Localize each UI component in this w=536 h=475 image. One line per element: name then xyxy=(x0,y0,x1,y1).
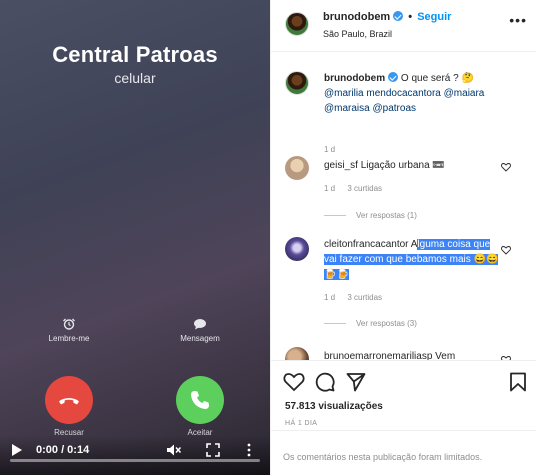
play-icon[interactable] xyxy=(11,443,23,457)
caption-meta: 1 d xyxy=(324,145,345,154)
comment-text: cleitonfrancacantor Alguma coisa que vai… xyxy=(324,237,502,282)
avatar[interactable] xyxy=(285,347,309,360)
comment-icon[interactable] xyxy=(315,372,335,392)
caption-username[interactable]: brunodobem xyxy=(324,73,385,84)
alarm-icon xyxy=(63,318,75,330)
comments-limited-notice: Os comentários nesta publicação foram li… xyxy=(271,430,536,475)
comment-username[interactable]: brunoemarronemariliasp xyxy=(324,351,432,360)
avatar[interactable] xyxy=(285,71,309,95)
post-panel: brunodobem • Seguir São Paulo, Brazil ••… xyxy=(270,0,536,475)
comments-list[interactable]: brunodobem O que será ? 🤔 @marilia mendo… xyxy=(271,53,536,360)
comment-time: 1 d xyxy=(324,293,336,302)
bookmark-icon[interactable] xyxy=(509,372,527,392)
muted-speaker-icon[interactable] xyxy=(166,443,182,457)
video-timecode: 0:00 / 0:14 xyxy=(36,444,90,456)
verified-badge-icon xyxy=(388,72,399,82)
like-comment-icon[interactable] xyxy=(501,162,511,172)
post-location[interactable]: São Paulo, Brazil xyxy=(323,29,392,39)
separator-dot: • xyxy=(408,11,413,23)
like-comment-icon[interactable] xyxy=(501,245,511,255)
caption-time: 1 d xyxy=(324,145,336,154)
comment-meta: 1 d 3 curtidas xyxy=(324,293,392,302)
comment-body: Ligação urbana 📼 xyxy=(360,160,445,171)
more-options-icon[interactable]: ••• xyxy=(509,12,527,28)
decline-call-button xyxy=(45,376,93,424)
comment-text: geisi_sf Ligação urbana 📼 xyxy=(324,158,502,173)
fullscreen-icon[interactable] xyxy=(206,443,220,457)
comment-text: brunoemarronemariliasp Vem xyxy=(324,349,502,360)
view-replies-button[interactable]: Ver respostas (1) xyxy=(324,211,417,220)
caption-text: brunodobem O que será ? 🤔 @marilia mendo… xyxy=(324,71,502,116)
post-author: brunodobem • Seguir xyxy=(323,11,451,23)
avatar[interactable] xyxy=(285,237,309,261)
avatar[interactable] xyxy=(285,12,309,36)
comment-meta: 1 d 3 curtidas xyxy=(324,184,392,193)
comment-body: Vem xyxy=(435,351,456,360)
caller-type: celular xyxy=(114,70,156,86)
post-author-username[interactable]: brunodobem xyxy=(323,11,390,23)
video-progress-bar[interactable] xyxy=(10,459,260,462)
video-controls: 0:00 / 0:14 xyxy=(0,435,270,475)
view-count[interactable]: 57.813 visualizações xyxy=(285,401,383,412)
view-replies-button[interactable]: Ver respostas (3) xyxy=(324,319,417,328)
accept-call-button xyxy=(176,376,224,424)
video-player[interactable]: Central Patroas celular Lembre-me Mensag… xyxy=(0,0,270,475)
share-icon[interactable] xyxy=(346,372,366,392)
speech-bubble-icon xyxy=(194,319,206,330)
heart-icon[interactable] xyxy=(283,372,305,392)
remind-me-option: Lembre-me xyxy=(29,318,109,343)
follow-button[interactable]: Seguir xyxy=(417,11,451,23)
comment-time: 1 d xyxy=(324,184,336,193)
phone-icon xyxy=(191,391,209,409)
caller-name: Central Patroas xyxy=(52,42,218,67)
verified-badge-icon xyxy=(393,11,404,21)
post-header: brunodobem • Seguir São Paulo, Brazil ••… xyxy=(271,0,536,52)
message-label: Mensagem xyxy=(180,334,220,343)
post-timestamp: HÁ 1 DIA xyxy=(285,420,318,427)
more-vertical-icon[interactable] xyxy=(246,443,252,457)
comments-limited-text: Os comentários nesta publicação foram li… xyxy=(283,452,483,462)
comment-likes[interactable]: 3 curtidas xyxy=(347,184,382,193)
remind-me-label: Lembre-me xyxy=(48,334,90,343)
post-actions: 57.813 visualizações HÁ 1 DIA xyxy=(271,360,536,430)
comment-username[interactable]: geisi_sf xyxy=(324,160,358,171)
comment-username[interactable]: cleitonfrancacantor xyxy=(324,239,409,250)
caption-body: O que será ? 🤔 xyxy=(400,73,474,84)
comment-likes[interactable]: 3 curtidas xyxy=(347,293,382,302)
caption-mentions[interactable]: @marilia mendocacantora @maiara @maraisa… xyxy=(324,88,484,114)
message-option: Mensagem xyxy=(160,318,240,343)
phone-hangup-icon xyxy=(59,398,79,405)
avatar[interactable] xyxy=(285,156,309,180)
